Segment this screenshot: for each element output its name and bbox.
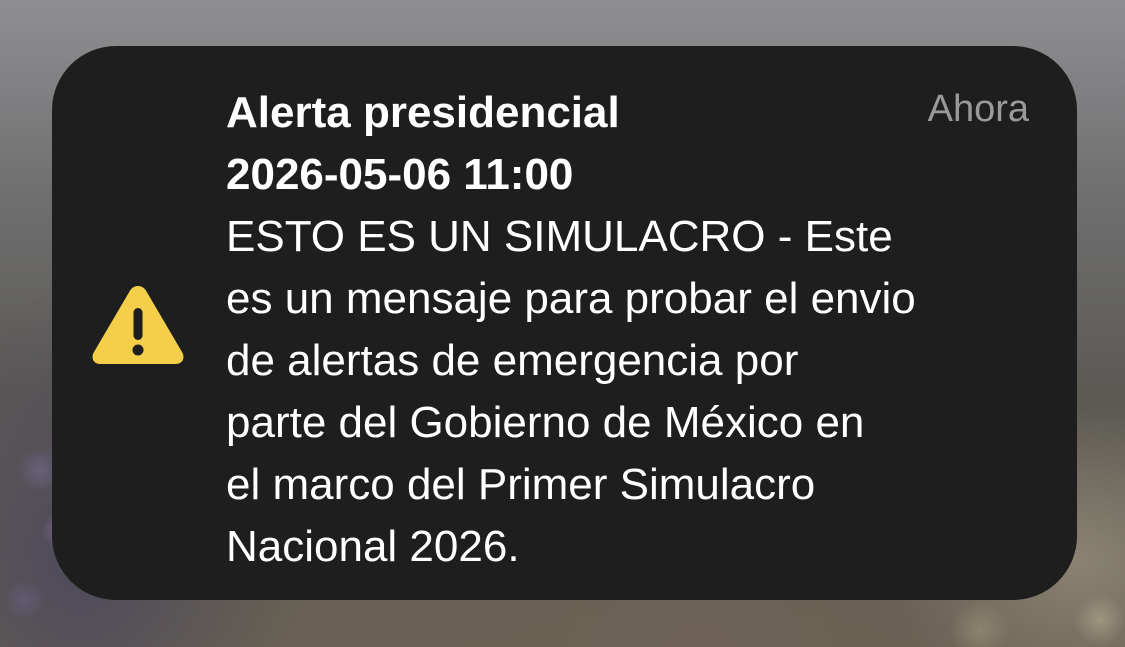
message-line: de alertas de emergencia por bbox=[226, 336, 799, 385]
warning-triangle-icon bbox=[88, 280, 188, 368]
emergency-alert-notification[interactable]: Ahora Alerta presidencial 2026-05-06 11:… bbox=[52, 46, 1077, 600]
message-line: es un mensaje para probar el envio bbox=[226, 274, 916, 323]
notification-title: Alerta presidencial bbox=[226, 88, 620, 137]
notification-datetime: 2026-05-06 11:00 bbox=[226, 150, 574, 199]
message-line: ESTO ES UN SIMULACRO - Este bbox=[226, 212, 893, 261]
notification-content: Alerta presidencial 2026-05-06 11:00 EST… bbox=[226, 82, 1036, 578]
message-line: Nacional 2026. bbox=[226, 522, 520, 571]
message-line: parte del Gobierno de México en bbox=[226, 398, 865, 447]
message-line: el marco del Primer Simulacro bbox=[226, 460, 816, 509]
